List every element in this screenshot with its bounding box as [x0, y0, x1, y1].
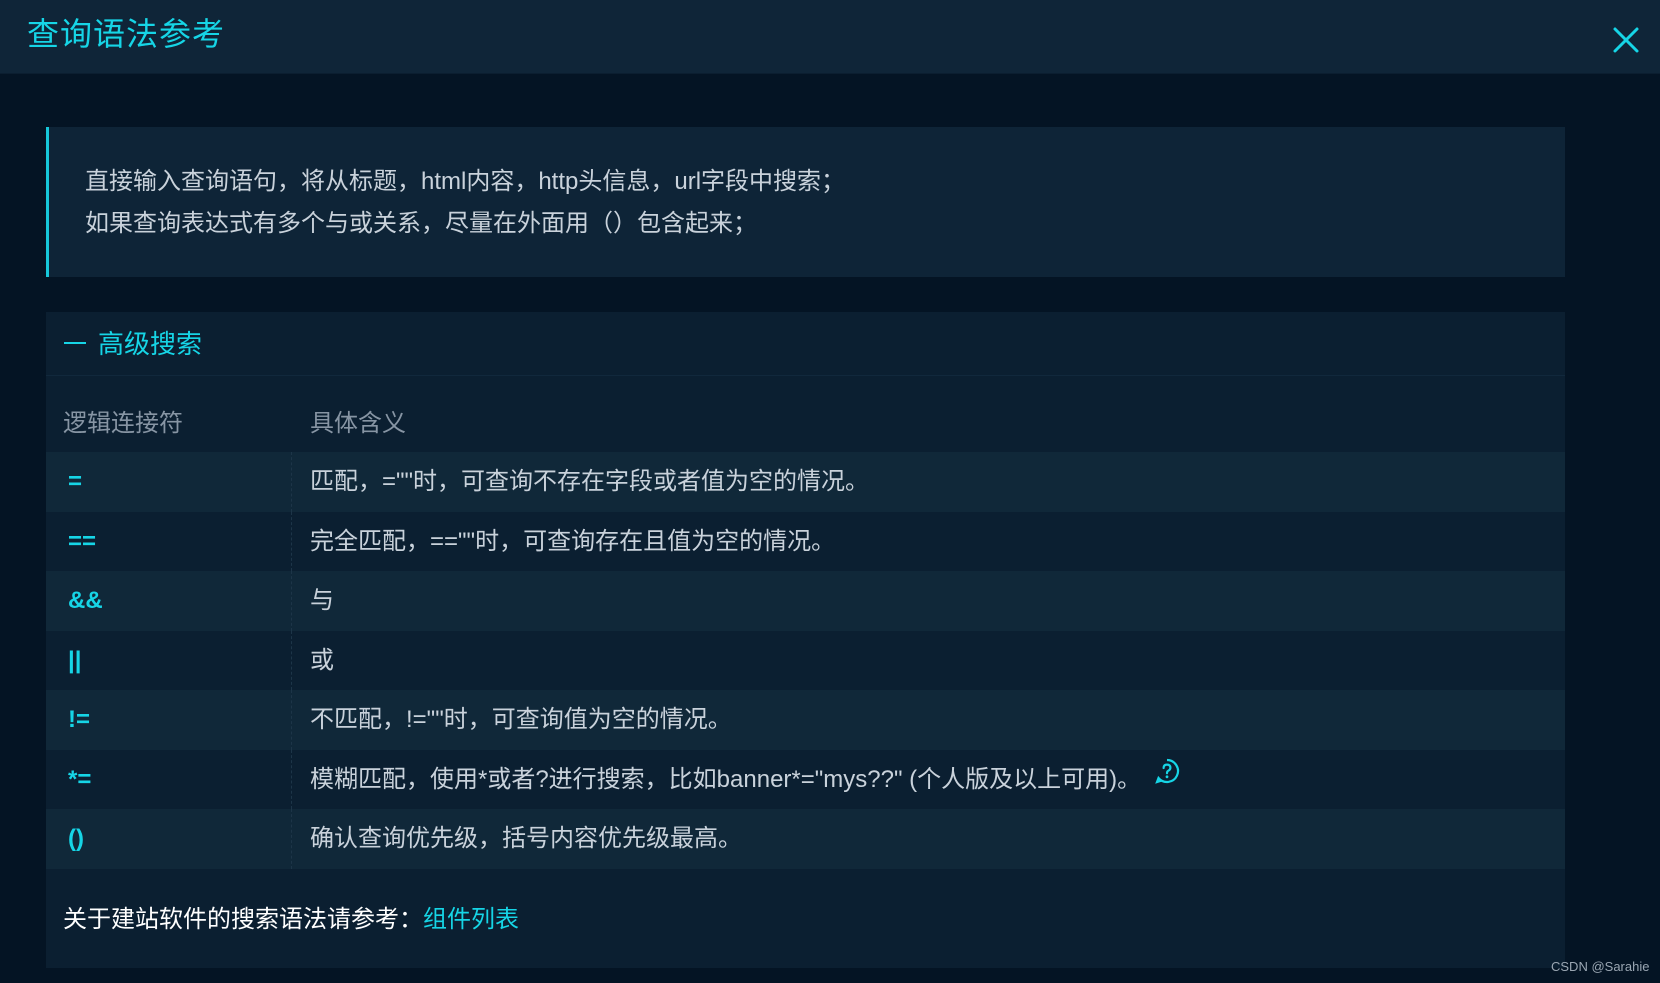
meaning-text: 模糊匹配，使用*或者?进行搜索，比如banner*="mys??" (个人版及以…: [310, 765, 1142, 793]
meaning-cell: 模糊匹配，使用*或者?进行搜索，比如banner*="mys??" (个人版及以…: [310, 750, 1181, 809]
operator-cell: *=: [46, 749, 292, 809]
operator-cell: (): [46, 809, 292, 869]
syntax-reference-dialog: 查询语法参考 直接输入查询语句，将从标题，html内容，http头信息，url字…: [0, 0, 1660, 983]
watermark: CSDN @Sarahie: [1551, 959, 1650, 974]
table-row: == 完全匹配，==""时，可查询存在且值为空的情况。: [46, 511, 1565, 571]
table-row: = 匹配，=""时，可查询不存在字段或者值为空的情况。: [46, 452, 1565, 512]
meaning-cell: 完全匹配，==""时，可查询存在且值为空的情况。: [310, 527, 836, 555]
callout-line: 直接输入查询语句，将从标题，html内容，http头信息，url字段中搜索；: [85, 168, 846, 195]
column-header-meaning: 具体含义: [310, 410, 406, 437]
advanced-search-panel: 高级搜索 逻辑连接符 具体含义 = 匹配，=""时，可查询不存在字段或者值为空的…: [46, 312, 1565, 968]
table-row: && 与: [46, 571, 1565, 631]
dialog-header: 查询语法参考: [0, 0, 1660, 74]
operator-table: 逻辑连接符 具体含义 = 匹配，=""时，可查询不存在字段或者值为空的情况。 =…: [46, 404, 1565, 869]
meaning-cell: 与: [310, 587, 334, 614]
meaning-cell: 匹配，=""时，可查询不存在字段或者值为空的情况。: [310, 468, 870, 495]
meaning-cell: 或: [310, 646, 334, 674]
meaning-cell: 确认查询优先级，括号内容优先级最高。: [310, 825, 742, 852]
component-list-link[interactable]: 组件列表: [423, 906, 519, 933]
operator-cell: ==: [46, 511, 292, 571]
footer-note: 关于建站软件的搜索语法请参考：组件列表: [63, 900, 519, 940]
column-header-operator: 逻辑连接符: [63, 410, 183, 437]
table-row: () 确认查询优先级，括号内容优先级最高。: [46, 809, 1565, 869]
callout-line: 如果查询表达式有多个与或关系，尽量在外面用（）包含起来；: [85, 210, 757, 237]
table-row: || 或: [46, 630, 1565, 690]
operator-cell: =: [46, 452, 292, 512]
help-circle-icon[interactable]: [1153, 748, 1181, 807]
info-callout: 直接输入查询语句，将从标题，html内容，http头信息，url字段中搜索； 如…: [46, 127, 1565, 277]
meaning-cell: 不匹配，!=""时，可查询值为空的情况。: [310, 706, 732, 733]
table-row: != 不匹配，!=""时，可查询值为空的情况。: [46, 690, 1565, 750]
minus-icon[interactable]: [64, 342, 86, 344]
dialog-title: 查询语法参考: [27, 16, 226, 52]
panel-title[interactable]: 高级搜索: [98, 325, 202, 363]
table-header: 逻辑连接符 具体含义: [46, 404, 1565, 452]
operator-cell: &&: [46, 571, 292, 631]
panel-header[interactable]: 高级搜索: [46, 312, 1565, 376]
close-icon[interactable]: [1606, 20, 1646, 60]
table-row: *= 模糊匹配，使用*或者?进行搜索，比如banner*="mys??" (个人…: [46, 749, 1565, 809]
operator-cell: ||: [46, 630, 292, 690]
operator-cell: !=: [46, 690, 292, 750]
footer-text: 关于建站软件的搜索语法请参考：: [63, 906, 423, 933]
